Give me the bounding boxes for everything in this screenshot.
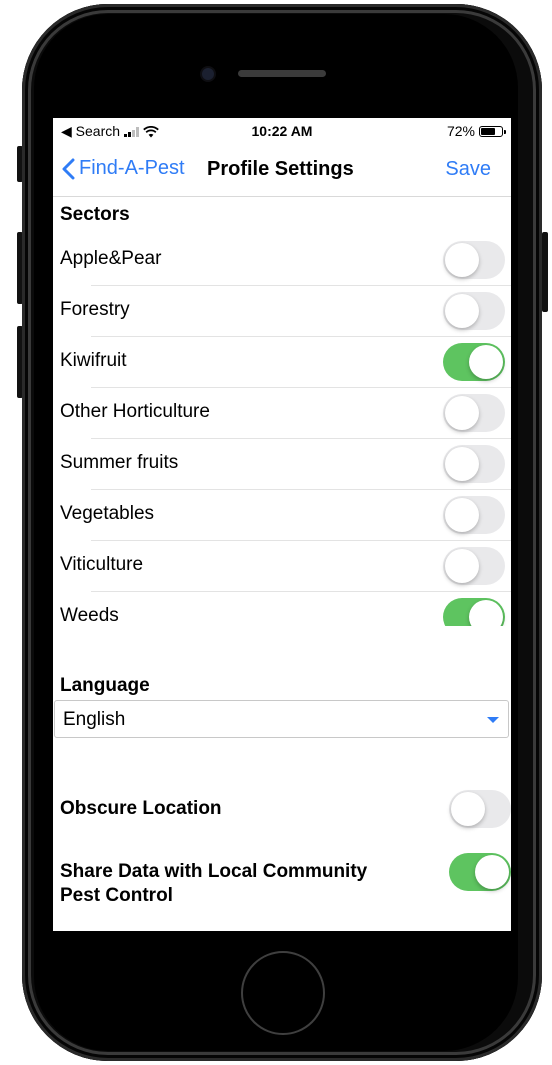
toggle-obscure-location[interactable] (449, 790, 511, 828)
back-button[interactable]: Find-A-Pest (61, 157, 185, 180)
toggle-knob (475, 855, 509, 889)
toggle-knob (445, 549, 479, 583)
toggle-knob (445, 498, 479, 532)
dropdown-caret-icon (487, 717, 499, 723)
sector-label: Vegetables (60, 503, 155, 524)
toggle-forestry[interactable] (443, 292, 505, 330)
battery-percent: 72% (446, 123, 475, 139)
toggle-share-data[interactable] (449, 853, 511, 891)
share-data-label-line1: Share Data with Local Community (60, 861, 368, 882)
toggle-kiwifruit[interactable] (443, 343, 505, 381)
toggle-knob (445, 294, 479, 328)
sector-label: Viticulture (60, 554, 144, 575)
toggle-knob (469, 600, 503, 626)
toggle-knob (445, 396, 479, 430)
sector-row-summer-fruits: Summer fruits (53, 439, 511, 490)
sectors-header: Sectors (60, 204, 130, 225)
toggle-weeds[interactable] (443, 598, 505, 626)
toggle-apple-pear[interactable] (443, 241, 505, 279)
status-time: 10:22 AM (251, 123, 313, 139)
sector-row-other-horticulture: Other Horticulture (53, 388, 511, 439)
language-select[interactable]: English (54, 700, 509, 738)
share-data-label-line2: Pest Control (60, 885, 173, 906)
sector-row-forestry: Forestry (53, 286, 511, 337)
toggle-knob (451, 792, 485, 826)
language-selected-value: English (63, 709, 126, 730)
toggle-knob (445, 243, 479, 277)
toggle-knob (445, 447, 479, 481)
save-button[interactable]: Save (445, 158, 491, 181)
sector-row-weeds: Weeds (53, 592, 511, 626)
language-header: Language (60, 675, 150, 696)
status-right: 72% (446, 123, 506, 139)
share-data-label: Share Data with Local Community Pest Con… (60, 860, 367, 908)
toggle-viticulture[interactable] (443, 547, 505, 585)
toggle-other-horticulture[interactable] (443, 394, 505, 432)
back-button-label: Find-A-Pest (79, 157, 185, 179)
toggle-vegetables[interactable] (443, 496, 505, 534)
page-title: Profile Settings (207, 158, 354, 180)
navigation-bar: Find-A-Pest Profile Settings Save (53, 144, 511, 197)
front-camera (202, 68, 214, 80)
sector-row-viticulture: Viticulture (53, 541, 511, 592)
sector-label: Kiwifruit (60, 350, 127, 371)
obscure-location-label: Obscure Location (60, 798, 222, 819)
toggle-knob (469, 345, 503, 379)
sector-row-apple-pear: Apple&Pear (53, 235, 511, 286)
earpiece-speaker (238, 70, 326, 77)
toggle-summer-fruits[interactable] (443, 445, 505, 483)
sector-label: Other Horticulture (60, 401, 210, 422)
sector-label: Weeds (60, 605, 119, 626)
sector-label: Apple&Pear (60, 248, 162, 269)
sector-label: Summer fruits (60, 452, 179, 473)
status-bar: ◀ Search 10:22 AM 72% (53, 118, 511, 144)
chevron-left-icon (62, 158, 75, 179)
power-button (542, 232, 548, 312)
sector-row-vegetables: Vegetables (53, 490, 511, 541)
screen: ◀ Search 10:22 AM 72% Find-A-Pest Profil… (53, 118, 511, 931)
battery-icon (479, 125, 506, 137)
home-button[interactable] (241, 951, 325, 1035)
sector-label: Forestry (60, 299, 130, 320)
sector-row-kiwifruit: Kiwifruit (53, 337, 511, 388)
